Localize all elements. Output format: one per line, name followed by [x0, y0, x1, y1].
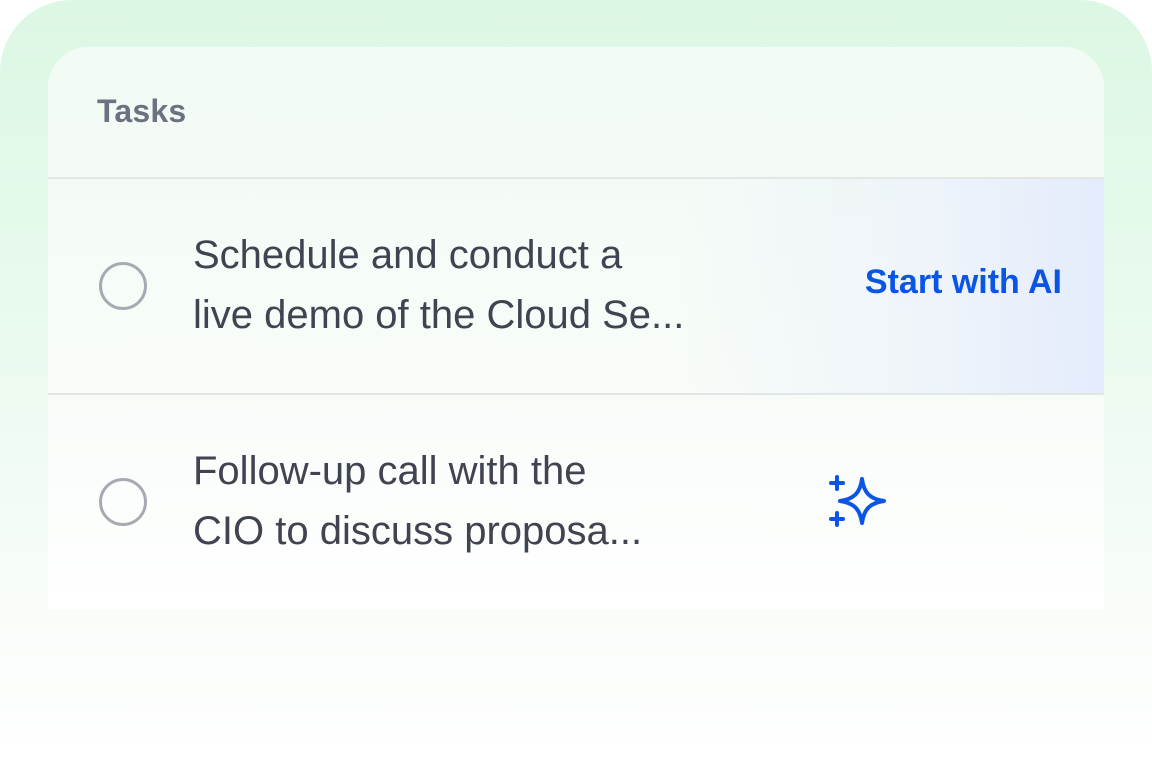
- sparkle-icon[interactable]: [828, 473, 888, 533]
- task-title-line: Follow-up call with the: [193, 449, 587, 493]
- tasks-header: Tasks: [48, 47, 1104, 179]
- task-title[interactable]: Schedule and conduct a live demo of the …: [193, 225, 753, 345]
- tasks-title: Tasks: [97, 93, 187, 129]
- task-row[interactable]: Schedule and conduct a live demo of the …: [48, 179, 1104, 395]
- task-checkbox[interactable]: [99, 478, 147, 526]
- task-title-line: Schedule and conduct a: [193, 233, 623, 277]
- tasks-card: Tasks Schedule and conduct a live demo o…: [48, 47, 1104, 609]
- task-title-line: live demo of the Cloud Se...: [193, 293, 685, 337]
- task-checkbox[interactable]: [99, 262, 147, 310]
- task-row[interactable]: Follow-up call with the CIO to discuss p…: [48, 395, 1104, 609]
- start-with-ai-button[interactable]: Start with AI: [865, 263, 1062, 302]
- task-title[interactable]: Follow-up call with the CIO to discuss p…: [193, 441, 753, 561]
- task-title-line: CIO to discuss proposa...: [193, 509, 643, 553]
